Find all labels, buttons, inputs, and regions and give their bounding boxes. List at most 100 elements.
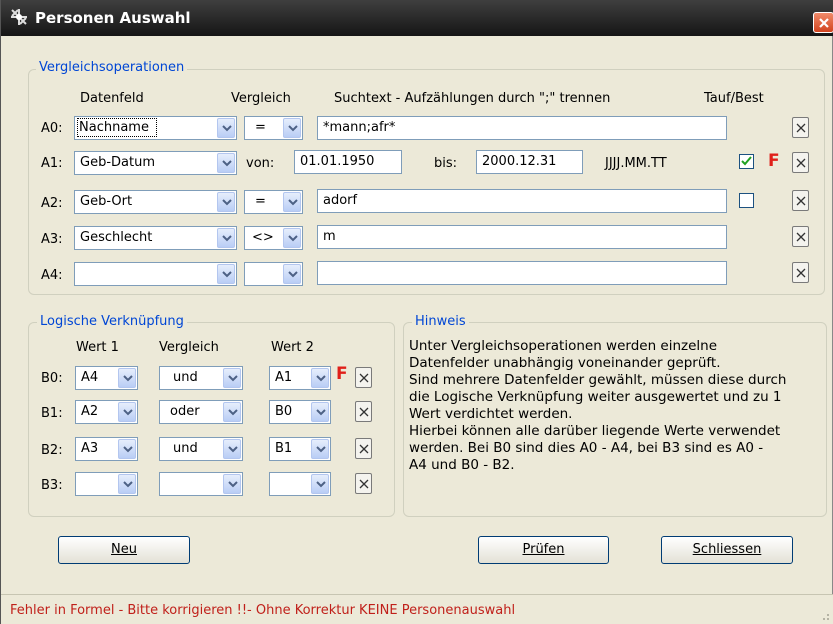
suchtext-input-a2[interactable]: adorf xyxy=(317,189,727,213)
datenfeld-select-a1[interactable]: Geb-Datum xyxy=(74,151,237,175)
app-icon xyxy=(11,9,27,25)
dropdown-button[interactable] xyxy=(217,153,235,173)
clear-row-button-a0[interactable] xyxy=(792,117,809,138)
dropdown-button[interactable] xyxy=(217,192,235,212)
clear-row-button-a2[interactable] xyxy=(792,190,809,211)
datenfeld-select-a0[interactable]: Nachname xyxy=(74,116,237,140)
tauf-best-checkbox-a2[interactable] xyxy=(739,193,754,208)
dropdown-button[interactable] xyxy=(223,474,241,494)
clear-row-button-a1[interactable] xyxy=(792,152,809,173)
hint-line: Wert verdichtet werden. xyxy=(409,406,573,422)
hint-line: A4 und B0 - B2. xyxy=(409,457,515,473)
suchtext-input-a3[interactable]: m xyxy=(317,225,727,249)
clear-row-button-b0[interactable] xyxy=(355,367,372,388)
dropdown-button[interactable] xyxy=(118,474,136,494)
tauf-best-checkbox-a1[interactable] xyxy=(739,154,754,169)
wert1-select-b0[interactable]: A4 xyxy=(75,366,138,390)
header-datenfeld: Datenfeld xyxy=(80,91,144,106)
bis-label: bis: xyxy=(434,156,458,171)
checkmark-icon xyxy=(741,156,752,166)
dropdown-button[interactable] xyxy=(283,264,301,284)
wert2-value: A1 xyxy=(275,370,293,385)
row-label-b1: B1: xyxy=(41,406,63,421)
datenfeld-select-a3[interactable]: Geschlecht xyxy=(74,226,237,250)
von-date-input[interactable]: 01.01.1950 xyxy=(294,150,402,174)
chevron-down-icon xyxy=(123,446,133,453)
wert2-select-b3[interactable] xyxy=(269,472,331,496)
dropdown-button[interactable] xyxy=(223,439,241,459)
vergleich-select-b2[interactable]: und xyxy=(159,437,243,461)
suchtext-input-a0[interactable]: *mann;afr* xyxy=(317,116,727,140)
dropdown-button[interactable] xyxy=(283,118,301,138)
dropdown-button[interactable] xyxy=(223,402,241,422)
dropdown-button[interactable] xyxy=(283,228,301,248)
close-icon xyxy=(796,196,806,206)
wert1-value: A3 xyxy=(81,441,99,456)
clear-row-button-b3[interactable] xyxy=(355,473,372,494)
hint-line: werden. Bei B0 sind dies A0 - A4, bei B3… xyxy=(409,440,764,456)
dropdown-button[interactable] xyxy=(311,368,329,388)
pruefen-button[interactable]: Prüfen xyxy=(478,536,609,564)
chevron-down-icon xyxy=(228,481,238,488)
close-icon xyxy=(796,232,806,242)
suchtext-input-a4[interactable] xyxy=(317,261,727,285)
clear-row-button-a4[interactable] xyxy=(792,262,809,283)
schliessen-button[interactable]: Schliessen xyxy=(661,536,793,564)
dropdown-button[interactable] xyxy=(311,439,329,459)
datenfeld-value: Geschlecht xyxy=(80,230,153,245)
header-wert2: Wert 2 xyxy=(271,340,314,355)
datenfeld-select-a4[interactable] xyxy=(74,262,237,286)
wert1-select-b3[interactable] xyxy=(75,472,138,496)
resize-grip-icon[interactable] xyxy=(818,609,830,621)
dropdown-button[interactable] xyxy=(217,228,235,248)
dropdown-button[interactable] xyxy=(118,439,136,459)
dropdown-button[interactable] xyxy=(223,368,241,388)
vergleich-select-b1[interactable]: oder xyxy=(159,400,243,424)
neu-button[interactable]: Neu xyxy=(58,536,190,564)
chevron-down-icon xyxy=(228,375,238,382)
dropdown-button[interactable] xyxy=(311,474,329,494)
vergleich-select-b3[interactable] xyxy=(159,472,243,496)
dropdown-button[interactable] xyxy=(118,402,136,422)
window-close-button[interactable] xyxy=(813,12,833,33)
schliessen-button-label: Schliessen xyxy=(692,542,762,557)
clear-row-button-b2[interactable] xyxy=(355,438,372,459)
wert2-select-b2[interactable]: B1 xyxy=(269,437,331,461)
dropdown-button[interactable] xyxy=(118,368,136,388)
wert2-value: B0 xyxy=(275,404,293,419)
vergleich-select-a3[interactable]: <> xyxy=(244,226,303,250)
wert2-select-b0[interactable]: A1 xyxy=(269,366,331,390)
vergleich-select-a0[interactable]: = xyxy=(244,116,303,140)
vergleich-value: = xyxy=(255,120,266,135)
dropdown-button[interactable] xyxy=(311,402,329,422)
chevron-down-icon xyxy=(316,409,326,416)
row-label-a1: A1: xyxy=(41,156,63,171)
wert1-select-b2[interactable]: A3 xyxy=(75,437,138,461)
dropdown-button[interactable] xyxy=(217,118,235,138)
chevron-down-icon xyxy=(222,199,232,206)
dropdown-button[interactable] xyxy=(283,192,301,212)
header-tauf-best: Tauf/Best xyxy=(704,91,764,106)
close-icon xyxy=(796,268,806,278)
wert1-select-b1[interactable]: A2 xyxy=(75,400,138,424)
vergleich-value: = xyxy=(255,194,266,209)
chevron-down-icon xyxy=(228,446,238,453)
datenfeld-value: Geb-Datum xyxy=(80,155,155,170)
pruefen-button-label: Prüfen xyxy=(522,542,565,557)
vergleich-select-a4[interactable] xyxy=(244,262,303,286)
close-icon xyxy=(796,123,806,133)
row-label-b0: B0: xyxy=(41,371,63,386)
vergleich-select-a2[interactable]: = xyxy=(244,190,303,214)
chevron-down-icon xyxy=(222,235,232,242)
clear-row-button-b1[interactable] xyxy=(355,401,372,422)
title-bar[interactable]: Personen Auswahl xyxy=(1,0,833,36)
datenfeld-select-a2[interactable]: Geb-Ort xyxy=(74,190,237,214)
chevron-down-icon xyxy=(222,271,232,278)
dropdown-button[interactable] xyxy=(217,264,235,284)
hint-line: Unter Vergleichsoperationen werden einze… xyxy=(409,338,718,354)
wert2-select-b1[interactable]: B0 xyxy=(269,400,331,424)
vergleich-select-b0[interactable]: und xyxy=(159,366,243,390)
chevron-down-icon xyxy=(288,271,298,278)
bis-date-input[interactable]: 2000.12.31 xyxy=(476,150,583,174)
clear-row-button-a3[interactable] xyxy=(792,226,809,247)
